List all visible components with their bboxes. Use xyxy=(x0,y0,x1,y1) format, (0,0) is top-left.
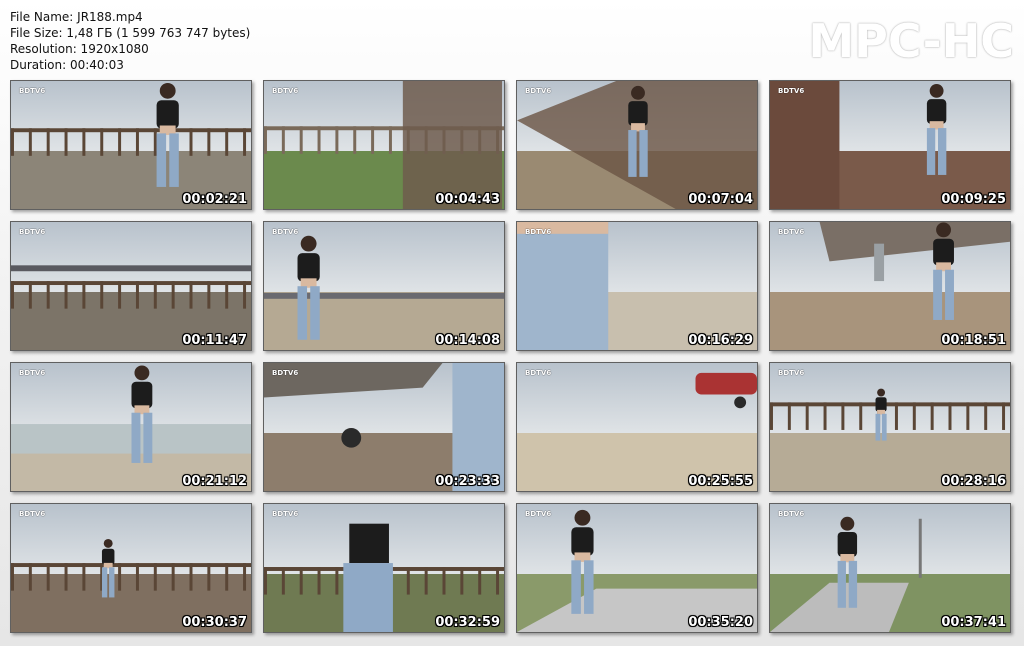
thumbnail-scene-image xyxy=(264,363,504,491)
thumbnail-scene-image xyxy=(11,265,251,309)
thumbnail-scene-image xyxy=(770,388,1010,441)
thumbnail-scene-image xyxy=(517,509,757,632)
thumbnail-timestamp: 00:14:08 xyxy=(435,333,500,348)
channel-logo: BDTV6 xyxy=(525,369,552,377)
thumbnail-timestamp: 00:23:33 xyxy=(435,474,500,489)
thumbnail-scene-image xyxy=(11,365,251,463)
channel-logo: BDTV6 xyxy=(272,228,299,236)
thumbnail-timestamp: 00:30:37 xyxy=(182,615,247,630)
channel-logo: BDTV6 xyxy=(778,369,805,377)
thumbnail-timestamp: 00:32:59 xyxy=(435,615,500,630)
thumbnail-timestamp: 00:11:47 xyxy=(182,333,247,348)
thumbnail-scene-image xyxy=(819,222,1010,320)
channel-logo: BDTV6 xyxy=(525,228,552,236)
thumbnail-scene-image xyxy=(11,82,251,187)
video-thumbnail[interactable]: BDTV6 00:21:12 xyxy=(10,362,252,492)
thumbnail-timestamp: 00:37:41 xyxy=(941,615,1006,630)
channel-logo: BDTV6 xyxy=(778,510,805,518)
video-thumbnail[interactable]: BDTV6 00:09:25 xyxy=(769,80,1011,210)
video-thumbnail[interactable]: BDTV6 00:02:21 xyxy=(10,80,252,210)
video-thumbnail[interactable]: BDTV6 00:25:55 xyxy=(516,362,758,492)
thumbnail-scene-image xyxy=(770,516,922,632)
video-thumbnail[interactable]: BDTV6 00:16:29 xyxy=(516,221,758,351)
thumbnail-scene-image xyxy=(264,235,504,340)
mpc-hc-logo: MPC-HC xyxy=(808,14,1014,68)
thumbnail-scene-image xyxy=(264,523,504,632)
file-name-text: File Name: JR188.mp4 xyxy=(10,10,143,24)
channel-logo: BDTV6 xyxy=(778,228,805,236)
video-thumbnail[interactable]: BDTV6 00:37:41 xyxy=(769,503,1011,633)
thumbnail-timestamp: 00:09:25 xyxy=(941,192,1006,207)
thumbnail-timestamp: 00:18:51 xyxy=(941,333,1006,348)
video-thumbnail[interactable]: BDTV6 00:07:04 xyxy=(516,80,758,210)
thumbnail-timestamp: 00:21:12 xyxy=(182,474,247,489)
duration-text: Duration: 00:40:03 xyxy=(10,58,124,72)
thumbnail-scene-image xyxy=(770,81,947,209)
file-size-text: File Size: 1,48 ГБ (1 599 763 747 bytes) xyxy=(10,26,251,40)
video-thumbnail[interactable]: BDTV6 00:23:33 xyxy=(263,362,505,492)
video-thumbnail[interactable]: BDTV6 00:14:08 xyxy=(263,221,505,351)
video-thumbnail[interactable]: BDTV6 00:30:37 xyxy=(10,503,252,633)
thumbnail-timestamp: 00:07:04 xyxy=(688,192,753,207)
thumbnail-timestamp: 00:25:55 xyxy=(688,474,753,489)
channel-logo: BDTV6 xyxy=(19,228,46,236)
video-thumbnail[interactable]: BDTV6 00:04:43 xyxy=(263,80,505,210)
thumbnail-scene-image xyxy=(517,222,609,350)
resolution-text: Resolution: 1920x1080 xyxy=(10,42,149,56)
thumbnail-scene-image xyxy=(264,81,504,209)
channel-logo: BDTV6 xyxy=(525,510,552,518)
thumbnail-timestamp: 00:28:16 xyxy=(941,474,1006,489)
channel-logo: BDTV6 xyxy=(272,369,299,377)
thumbnail-timestamp: 00:16:29 xyxy=(688,333,753,348)
thumbnail-grid: BDTV6 00:02:21 BDTV6 00:04:43 BDTV6 00:07:04… xyxy=(10,80,1013,635)
video-thumbnail[interactable]: BDTV6 00:35:20 xyxy=(516,503,758,633)
video-thumbnail[interactable]: BDTV6 00:18:51 xyxy=(769,221,1011,351)
video-thumbnail[interactable]: BDTV6 00:32:59 xyxy=(263,503,505,633)
thumbnail-scene-image xyxy=(11,538,251,598)
file-info-panel: File Name: JR188.mp4 File Size: 1,48 ГБ … xyxy=(10,9,250,73)
channel-logo: BDTV6 xyxy=(19,87,46,95)
thumbnail-scene-image xyxy=(695,372,757,409)
thumbnail-timestamp: 00:35:20 xyxy=(688,615,753,630)
channel-logo: BDTV6 xyxy=(272,87,299,95)
video-thumbnail[interactable]: BDTV6 00:28:16 xyxy=(769,362,1011,492)
thumbnail-scene-image xyxy=(517,81,757,209)
thumbnail-timestamp: 00:02:21 xyxy=(182,192,247,207)
channel-logo: BDTV6 xyxy=(778,87,805,95)
channel-logo: BDTV6 xyxy=(272,510,299,518)
thumbnail-timestamp: 00:04:43 xyxy=(435,192,500,207)
channel-logo: BDTV6 xyxy=(525,87,552,95)
channel-logo: BDTV6 xyxy=(19,369,46,377)
channel-logo: BDTV6 xyxy=(19,510,46,518)
video-thumbnail[interactable]: BDTV6 00:11:47 xyxy=(10,221,252,351)
